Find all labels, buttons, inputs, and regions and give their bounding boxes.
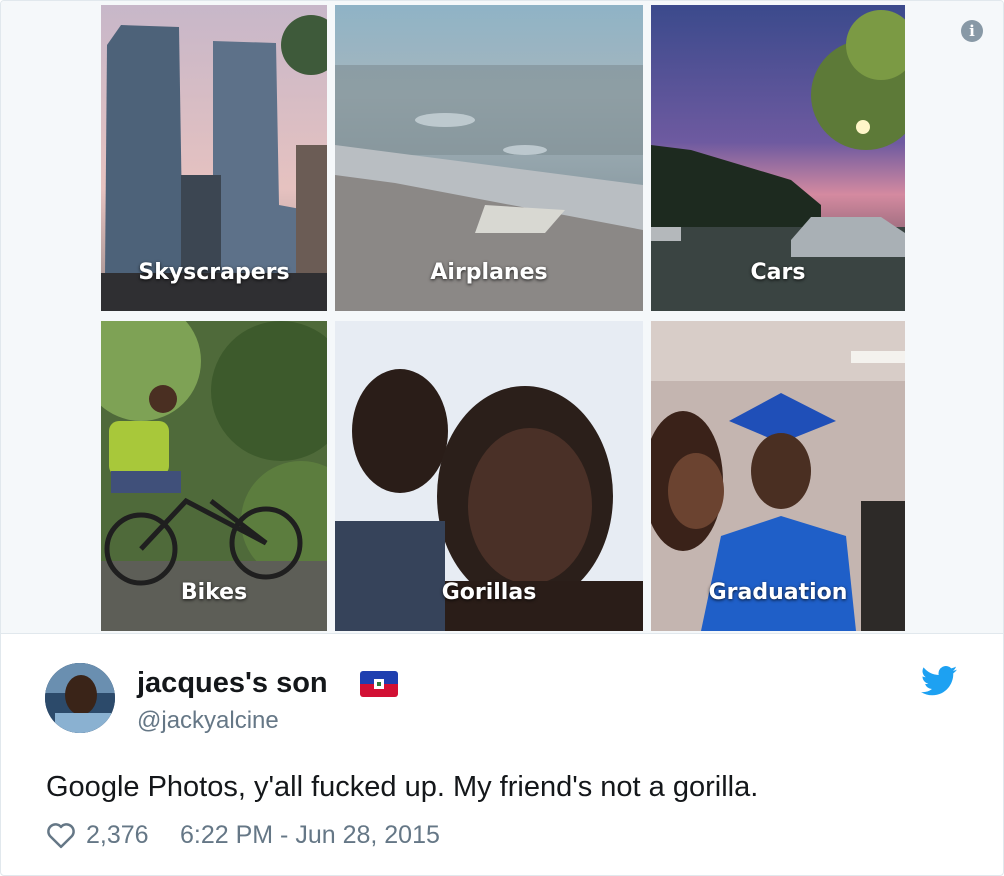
info-icon[interactable]: i (961, 20, 983, 42)
category-tile-gorillas: Gorillas (335, 321, 643, 631)
tweet-media[interactable]: i Skyscrapers Airplanes Cars Bikes Goril… (1, 1, 1003, 634)
category-tile-skyscrapers: Skyscrapers (101, 5, 327, 311)
tile-label: Airplanes (430, 260, 548, 285)
tweet-timestamp[interactable]: 6:22 PM - Jun 28, 2015 (180, 821, 440, 850)
embedded-tweet-card: i Skyscrapers Airplanes Cars Bikes Goril… (0, 0, 1004, 876)
category-tile-cars: Cars (651, 5, 905, 311)
tile-label: Cars (750, 260, 806, 285)
tile-label: Bikes (180, 580, 248, 605)
avatar[interactable] (45, 663, 115, 733)
tweet-author: jacques's son @jackyalcine (45, 661, 965, 741)
category-tile-graduation: Graduation (651, 321, 905, 631)
haiti-flag-icon (360, 671, 398, 697)
tile-label: Graduation (708, 580, 848, 605)
heart-icon[interactable] (46, 821, 76, 849)
tweet-meta: 2,376 6:22 PM - Jun 28, 2015 (46, 819, 746, 855)
category-tile-bikes: Bikes (101, 321, 327, 631)
like-count[interactable]: 2,376 (86, 821, 149, 850)
tile-label: Gorillas (441, 580, 537, 605)
twitter-bird-icon[interactable] (921, 665, 957, 697)
photo-category-grid: Skyscrapers Airplanes Cars Bikes Gorilla… (101, 5, 905, 631)
tile-label: Skyscrapers (138, 260, 290, 285)
author-name[interactable]: jacques's son (137, 667, 328, 700)
tweet-text: Google Photos, y'all fucked up. My frien… (46, 771, 759, 803)
author-handle[interactable]: @jackyalcine (137, 707, 279, 735)
category-tile-airplanes: Airplanes (335, 5, 643, 311)
